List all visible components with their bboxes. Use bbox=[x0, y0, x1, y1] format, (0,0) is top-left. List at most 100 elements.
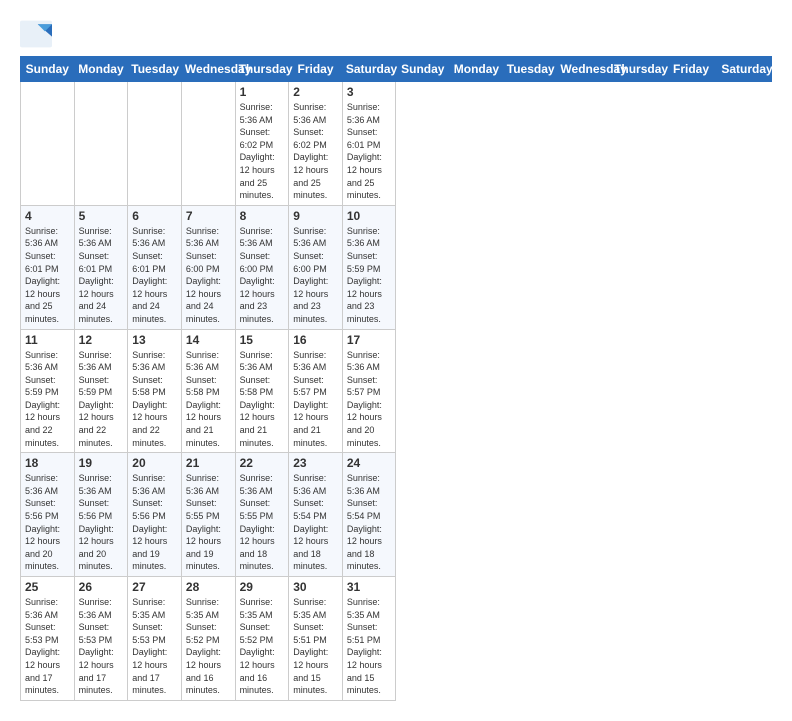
day-header-tuesday: Tuesday bbox=[503, 57, 557, 82]
calendar-week-2: 4 Sunrise: 5:36 AM Sunset: 6:01 PM Daylig… bbox=[21, 205, 772, 329]
day-number: 23 bbox=[293, 456, 338, 470]
calendar-header-row: SundayMondayTuesdayWednesdayThursdayFrid… bbox=[21, 57, 772, 82]
calendar-cell: 14Sunrise: 5:36 AM Sunset: 5:58 PM Dayli… bbox=[181, 329, 235, 453]
day-header-saturday: Saturday bbox=[718, 57, 772, 82]
day-info: Sunrise: 5:36 AM Sunset: 5:58 PM Dayligh… bbox=[132, 349, 177, 450]
day-info: Sunrise: 5:36 AM Sunset: 5:56 PM Dayligh… bbox=[79, 472, 124, 573]
day-header-thursday: Thursday bbox=[235, 57, 289, 82]
day-info: Sunrise: 5:36 AM Sunset: 6:00 PM Dayligh… bbox=[240, 225, 285, 326]
day-info: Sunrise: 5:36 AM Sunset: 6:02 PM Dayligh… bbox=[240, 101, 285, 202]
calendar-cell: 3 Sunrise: 5:36 AM Sunset: 6:01 PM Daylig… bbox=[342, 82, 396, 206]
calendar-cell: 20 Sunrise: 5:36 AM Sunset: 5:56 PM Dayli… bbox=[128, 453, 182, 577]
calendar-cell: 28 Sunrise: 5:35 AM Sunset: 5:52 PM Dayli… bbox=[181, 577, 235, 701]
day-number: 17 bbox=[347, 333, 392, 347]
calendar-cell: 31 Sunrise: 5:35 AM Sunset: 5:51 PM Dayli… bbox=[342, 577, 396, 701]
day-number: 24 bbox=[347, 456, 392, 470]
day-header-monday: Monday bbox=[74, 57, 128, 82]
day-number: 10 bbox=[347, 209, 392, 223]
calendar-cell: 12Sunrise: 5:36 AM Sunset: 5:59 PM Dayli… bbox=[74, 329, 128, 453]
day-info: Sunrise: 5:36 AM Sunset: 5:54 PM Dayligh… bbox=[293, 472, 338, 573]
day-info: Sunrise: 5:36 AM Sunset: 6:01 PM Dayligh… bbox=[347, 101, 392, 202]
day-info: Sunrise: 5:36 AM Sunset: 5:59 PM Dayligh… bbox=[347, 225, 392, 326]
day-info: Sunrise: 5:36 AM Sunset: 5:54 PM Dayligh… bbox=[347, 472, 392, 573]
day-info: Sunrise: 5:36 AM Sunset: 5:57 PM Dayligh… bbox=[347, 349, 392, 450]
day-number: 18 bbox=[25, 456, 70, 470]
calendar-cell: 8 Sunrise: 5:36 AM Sunset: 6:00 PM Daylig… bbox=[235, 205, 289, 329]
day-number: 21 bbox=[186, 456, 231, 470]
day-number: 28 bbox=[186, 580, 231, 594]
day-number: 2 bbox=[293, 85, 338, 99]
calendar-cell: 13 Sunrise: 5:36 AM Sunset: 5:58 PM Dayli… bbox=[128, 329, 182, 453]
day-number: 20 bbox=[132, 456, 177, 470]
day-number: 12 bbox=[79, 333, 124, 347]
calendar-cell: 17 Sunrise: 5:36 AM Sunset: 5:57 PM Dayli… bbox=[342, 329, 396, 453]
day-info: Sunrise: 5:36 AM Sunset: 6:01 PM Dayligh… bbox=[79, 225, 124, 326]
calendar-cell bbox=[128, 82, 182, 206]
calendar-cell: 4 Sunrise: 5:36 AM Sunset: 6:01 PM Daylig… bbox=[21, 205, 75, 329]
calendar-cell: 30Sunrise: 5:35 AM Sunset: 5:51 PM Dayli… bbox=[289, 577, 343, 701]
day-header-sunday: Sunday bbox=[21, 57, 75, 82]
calendar-cell: 6 Sunrise: 5:36 AM Sunset: 6:01 PM Daylig… bbox=[128, 205, 182, 329]
day-info: Sunrise: 5:36 AM Sunset: 5:56 PM Dayligh… bbox=[132, 472, 177, 573]
day-info: Sunrise: 5:36 AM Sunset: 5:53 PM Dayligh… bbox=[25, 596, 70, 697]
day-number: 1 bbox=[240, 85, 285, 99]
day-info: Sunrise: 5:35 AM Sunset: 5:52 PM Dayligh… bbox=[186, 596, 231, 697]
day-number: 16 bbox=[293, 333, 338, 347]
day-number: 27 bbox=[132, 580, 177, 594]
day-number: 26 bbox=[79, 580, 124, 594]
calendar-cell: 26 Sunrise: 5:36 AM Sunset: 5:53 PM Dayli… bbox=[74, 577, 128, 701]
day-number: 29 bbox=[240, 580, 285, 594]
calendar-cell bbox=[21, 82, 75, 206]
day-header-sunday: Sunday bbox=[396, 57, 450, 82]
day-info: Sunrise: 5:36 AM Sunset: 5:58 PM Dayligh… bbox=[186, 349, 231, 450]
day-header-wednesday: Wednesday bbox=[557, 57, 611, 82]
page-header bbox=[20, 20, 772, 48]
day-number: 31 bbox=[347, 580, 392, 594]
day-number: 4 bbox=[25, 209, 70, 223]
day-header-monday: Monday bbox=[450, 57, 504, 82]
day-info: Sunrise: 5:35 AM Sunset: 5:52 PM Dayligh… bbox=[240, 596, 285, 697]
day-info: Sunrise: 5:36 AM Sunset: 6:01 PM Dayligh… bbox=[25, 225, 70, 326]
day-info: Sunrise: 5:35 AM Sunset: 5:51 PM Dayligh… bbox=[347, 596, 392, 697]
day-info: Sunrise: 5:36 AM Sunset: 5:58 PM Dayligh… bbox=[240, 349, 285, 450]
day-number: 8 bbox=[240, 209, 285, 223]
calendar-cell: 23 Sunrise: 5:36 AM Sunset: 5:54 PM Dayli… bbox=[289, 453, 343, 577]
day-header-wednesday: Wednesday bbox=[181, 57, 235, 82]
day-number: 6 bbox=[132, 209, 177, 223]
calendar-week-1: 1 Sunrise: 5:36 AM Sunset: 6:02 PM Daylig… bbox=[21, 82, 772, 206]
calendar-cell: 2 Sunrise: 5:36 AM Sunset: 6:02 PM Daylig… bbox=[289, 82, 343, 206]
calendar-cell: 25 Sunrise: 5:36 AM Sunset: 5:53 PM Dayli… bbox=[21, 577, 75, 701]
calendar-cell: 22 Sunrise: 5:36 AM Sunset: 5:55 PM Dayli… bbox=[235, 453, 289, 577]
day-number: 25 bbox=[25, 580, 70, 594]
day-header-thursday: Thursday bbox=[611, 57, 665, 82]
calendar-cell: 1 Sunrise: 5:36 AM Sunset: 6:02 PM Daylig… bbox=[235, 82, 289, 206]
day-info: Sunrise: 5:36 AM Sunset: 5:59 PM Dayligh… bbox=[25, 349, 70, 450]
calendar-cell: 9 Sunrise: 5:36 AM Sunset: 6:00 PM Daylig… bbox=[289, 205, 343, 329]
day-header-friday: Friday bbox=[664, 57, 718, 82]
day-header-friday: Friday bbox=[289, 57, 343, 82]
calendar-week-5: 25 Sunrise: 5:36 AM Sunset: 5:53 PM Dayli… bbox=[21, 577, 772, 701]
calendar-table: SundayMondayTuesdayWednesdayThursdayFrid… bbox=[20, 56, 772, 701]
logo-icon bbox=[20, 20, 52, 48]
day-info: Sunrise: 5:36 AM Sunset: 6:01 PM Dayligh… bbox=[132, 225, 177, 326]
day-number: 13 bbox=[132, 333, 177, 347]
day-info: Sunrise: 5:36 AM Sunset: 5:53 PM Dayligh… bbox=[79, 596, 124, 697]
calendar-cell: 15Sunrise: 5:36 AM Sunset: 5:58 PM Dayli… bbox=[235, 329, 289, 453]
calendar-week-4: 18 Sunrise: 5:36 AM Sunset: 5:56 PM Dayli… bbox=[21, 453, 772, 577]
calendar-cell: 27 Sunrise: 5:35 AM Sunset: 5:53 PM Dayli… bbox=[128, 577, 182, 701]
day-header-tuesday: Tuesday bbox=[128, 57, 182, 82]
day-info: Sunrise: 5:36 AM Sunset: 5:57 PM Dayligh… bbox=[293, 349, 338, 450]
day-number: 19 bbox=[79, 456, 124, 470]
calendar-cell bbox=[74, 82, 128, 206]
calendar-cell bbox=[181, 82, 235, 206]
day-header-saturday: Saturday bbox=[342, 57, 396, 82]
day-number: 9 bbox=[293, 209, 338, 223]
day-info: Sunrise: 5:36 AM Sunset: 6:02 PM Dayligh… bbox=[293, 101, 338, 202]
day-info: Sunrise: 5:35 AM Sunset: 5:53 PM Dayligh… bbox=[132, 596, 177, 697]
day-info: Sunrise: 5:36 AM Sunset: 5:56 PM Dayligh… bbox=[25, 472, 70, 573]
day-info: Sunrise: 5:36 AM Sunset: 5:55 PM Dayligh… bbox=[240, 472, 285, 573]
day-number: 3 bbox=[347, 85, 392, 99]
calendar-cell: 24 Sunrise: 5:36 AM Sunset: 5:54 PM Dayli… bbox=[342, 453, 396, 577]
day-info: Sunrise: 5:36 AM Sunset: 6:00 PM Dayligh… bbox=[293, 225, 338, 326]
day-number: 22 bbox=[240, 456, 285, 470]
